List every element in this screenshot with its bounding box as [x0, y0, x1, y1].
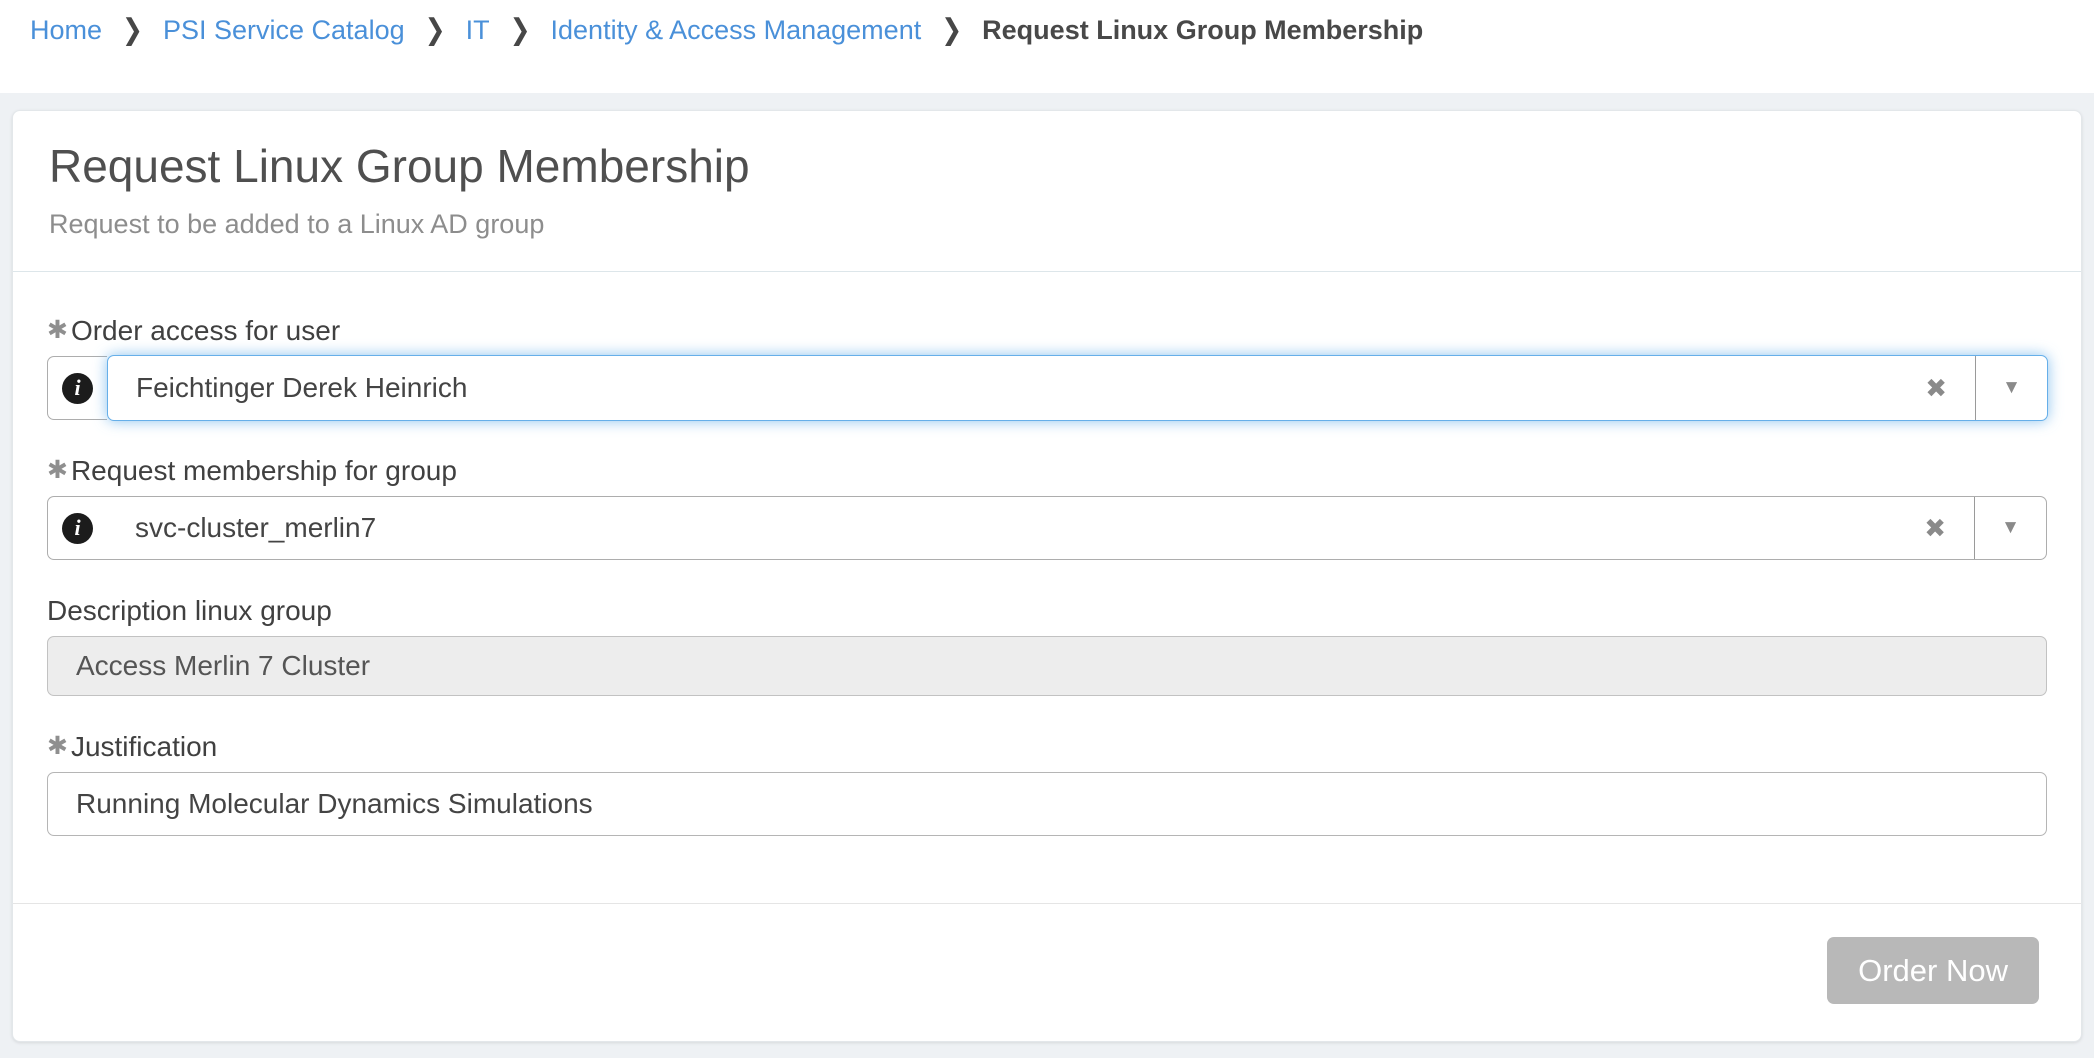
info-circle-icon[interactable]: i	[62, 513, 93, 544]
clear-selection-icon[interactable]: ✖	[1896, 513, 1974, 544]
breadcrumb-bar: Home ❯ PSI Service Catalog ❯ IT ❯ Identi…	[0, 0, 2094, 93]
group-select[interactable]: svc-cluster_merlin7 ✖ ▼	[107, 496, 2047, 560]
user-select[interactable]: Feichtinger Derek Heinrich ✖ ▼	[107, 355, 2048, 421]
field-group-user: ✱ Order access for user i Feichtinger De…	[47, 314, 2047, 420]
required-asterisk-icon: ✱	[47, 453, 68, 487]
card-header: Request Linux Group Membership Request t…	[13, 111, 2081, 272]
description-input	[47, 636, 2047, 696]
group-field-label-text: Request membership for group	[71, 454, 457, 488]
description-field-label: Description linux group	[47, 594, 2047, 628]
breadcrumb: Home ❯ PSI Service Catalog ❯ IT ❯ Identi…	[30, 8, 1423, 52]
required-asterisk-icon: ✱	[47, 313, 68, 347]
chevron-right-icon: ❯	[510, 5, 531, 56]
dropdown-caret-icon[interactable]: ▼	[1975, 356, 2047, 420]
clear-selection-icon[interactable]: ✖	[1897, 373, 1975, 404]
page-title: Request Linux Group Membership	[49, 137, 2045, 195]
breadcrumb-identity-access-management[interactable]: Identity & Access Management	[551, 8, 922, 52]
group-selected-value: svc-cluster_merlin7	[107, 512, 1896, 544]
user-selected-value: Feichtinger Derek Heinrich	[108, 372, 1897, 404]
justification-field-label-text: Justification	[71, 730, 217, 764]
field-group-group: ✱ Request membership for group i svc-clu…	[47, 454, 2047, 560]
user-field-label: ✱ Order access for user	[47, 314, 2047, 348]
group-field-label: ✱ Request membership for group	[47, 454, 2047, 488]
user-field-label-text: Order access for user	[71, 314, 340, 348]
user-info-addon: i	[47, 356, 107, 420]
chevron-right-icon: ❯	[122, 5, 143, 56]
description-field-label-text: Description linux group	[47, 594, 332, 628]
breadcrumb-it[interactable]: IT	[466, 8, 490, 52]
form-body: ✱ Order access for user i Feichtinger De…	[13, 272, 2081, 836]
field-group-description: Description linux group	[47, 594, 2047, 696]
info-circle-icon[interactable]: i	[62, 373, 93, 404]
required-asterisk-icon: ✱	[47, 729, 68, 763]
page-subtitle: Request to be added to a Linux AD group	[49, 207, 2045, 241]
chevron-right-icon: ❯	[425, 5, 446, 56]
breadcrumb-home[interactable]: Home	[30, 8, 102, 52]
request-form-card: Request Linux Group Membership Request t…	[12, 110, 2082, 1042]
user-combobox[interactable]: i Feichtinger Derek Heinrich ✖ ▼	[47, 356, 2047, 420]
card-footer: Order Now	[13, 903, 2081, 1041]
breadcrumb-psi-service-catalog[interactable]: PSI Service Catalog	[163, 8, 405, 52]
group-combobox[interactable]: i svc-cluster_merlin7 ✖ ▼	[47, 496, 2047, 560]
group-info-addon: i	[47, 496, 107, 560]
chevron-right-icon: ❯	[941, 5, 962, 56]
justification-input[interactable]	[47, 772, 2047, 836]
dropdown-caret-icon[interactable]: ▼	[1974, 497, 2046, 559]
justification-field-label: ✱ Justification	[47, 730, 2047, 764]
order-now-button[interactable]: Order Now	[1827, 937, 2039, 1004]
breadcrumb-current-page: Request Linux Group Membership	[982, 8, 1423, 52]
field-group-justification: ✱ Justification	[47, 730, 2047, 836]
